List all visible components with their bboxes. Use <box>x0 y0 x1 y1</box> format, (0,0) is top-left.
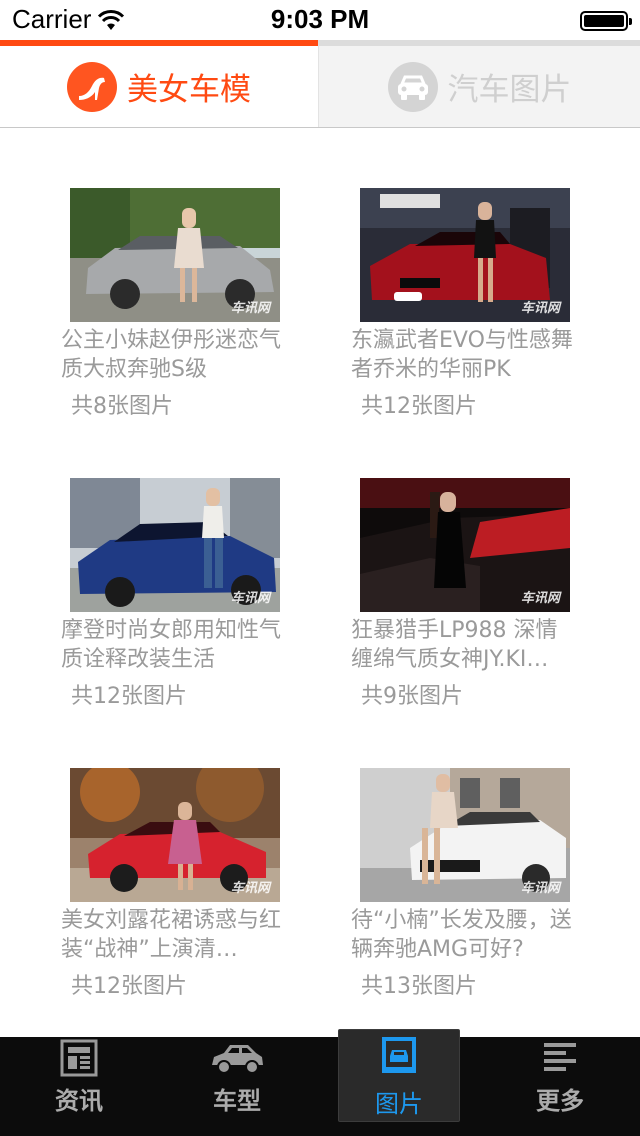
album-thumbnail[interactable]: 车讯网 <box>360 478 570 612</box>
tab-news[interactable]: 资讯 <box>18 1037 140 1136</box>
album-card[interactable]: 车讯网 东瀛武者EVO与性感舞者乔米的华丽PK 共12张图片 <box>351 188 591 428</box>
car-icon <box>212 1045 263 1074</box>
tab-pictures-label: 图片 <box>375 1090 423 1118</box>
album-card[interactable]: 车讯网 美女刘露花裙诱惑与红装“战神”上演清… 共12张图片 <box>61 768 301 1008</box>
more-icon <box>544 1043 576 1071</box>
tab-pictures[interactable]: 图片 <box>338 1029 460 1122</box>
album-title[interactable]: 狂暴猎手LP988 深情缠绵气质女神JY.KI… <box>351 616 577 676</box>
photo-count: 共12张图片 <box>71 684 187 709</box>
album-thumbnail[interactable]: 车讯网 <box>70 768 280 902</box>
status-bar: Carrier 9:03 PM <box>0 0 640 40</box>
tab-car-models[interactable]: 车型 <box>176 1037 298 1136</box>
photo-count: 共12张图片 <box>71 974 187 999</box>
status-time: 9:03 PM <box>270 4 370 34</box>
album-thumbnail[interactable]: 车讯网 <box>70 188 280 322</box>
photo-count: 共9张图片 <box>361 684 463 709</box>
photo-album-grid: 车讯网 公主小妹赵伊彤迷恋气质大叔奔驰S级 共8张图片 车讯网 东瀛武者EVO与… <box>0 129 640 1037</box>
album-title[interactable]: 公主小妹赵伊彤迷恋气质大叔奔驰S级 <box>61 326 287 386</box>
tab-more[interactable]: 更多 <box>499 1037 621 1136</box>
battery-icon <box>580 11 632 31</box>
album-card[interactable]: 车讯网 公主小妹赵伊彤迷恋气质大叔奔驰S级 共8张图片 <box>61 188 301 428</box>
watermark: 车讯网 <box>230 301 270 316</box>
news-icon <box>60 1039 98 1077</box>
watermark: 车讯网 <box>520 591 560 606</box>
tab-car-models-label: 车型 <box>213 1087 261 1115</box>
high-heel-icon <box>67 61 117 112</box>
photo-count: 共8张图片 <box>71 394 173 419</box>
photo-count: 共13张图片 <box>361 974 477 999</box>
tab-more-label: 更多 <box>536 1087 584 1115</box>
album-title[interactable]: 待“小楠”长发及腰，送辆奔驰AMG可好? <box>351 906 577 966</box>
picture-icon <box>382 1037 416 1073</box>
album-card[interactable]: 车讯网 摩登时尚女郎用知性气质诠释改装生活 共12张图片 <box>61 478 301 718</box>
watermark: 车讯网 <box>520 301 560 316</box>
album-title[interactable]: 摩登时尚女郎用知性气质诠释改装生活 <box>61 616 287 676</box>
category-segment-tabs: 美女车模 汽车图片 <box>0 40 640 128</box>
album-card[interactable]: 车讯网 狂暴猎手LP988 深情缠绵气质女神JY.KI… 共9张图片 <box>351 478 591 718</box>
tab-beauty-models-label: 美女车模 <box>127 72 251 108</box>
photo-count: 共12张图片 <box>361 394 477 419</box>
car-front-icon <box>387 61 438 112</box>
tab-news-label: 资讯 <box>55 1087 103 1115</box>
watermark: 车讯网 <box>230 591 270 606</box>
tab-car-pictures[interactable]: 汽车图片 <box>318 40 640 127</box>
bottom-tab-bar: 资讯 车型 图片 更多 <box>0 1029 640 1136</box>
album-title[interactable]: 东瀛武者EVO与性感舞者乔米的华丽PK <box>351 326 577 386</box>
watermark: 车讯网 <box>230 881 270 896</box>
album-card[interactable]: 车讯网 待“小楠”长发及腰，送辆奔驰AMG可好? 共13张图片 <box>351 768 591 1008</box>
watermark: 车讯网 <box>520 881 560 896</box>
album-title[interactable]: 美女刘露花裙诱惑与红装“战神”上演清… <box>61 906 287 966</box>
tab-beauty-models[interactable]: 美女车模 <box>0 40 318 127</box>
tab-car-pictures-label: 汽车图片 <box>447 72 572 108</box>
album-thumbnail[interactable]: 车讯网 <box>360 188 570 322</box>
album-thumbnail[interactable]: 车讯网 <box>70 478 280 612</box>
album-thumbnail[interactable]: 车讯网 <box>360 768 570 902</box>
